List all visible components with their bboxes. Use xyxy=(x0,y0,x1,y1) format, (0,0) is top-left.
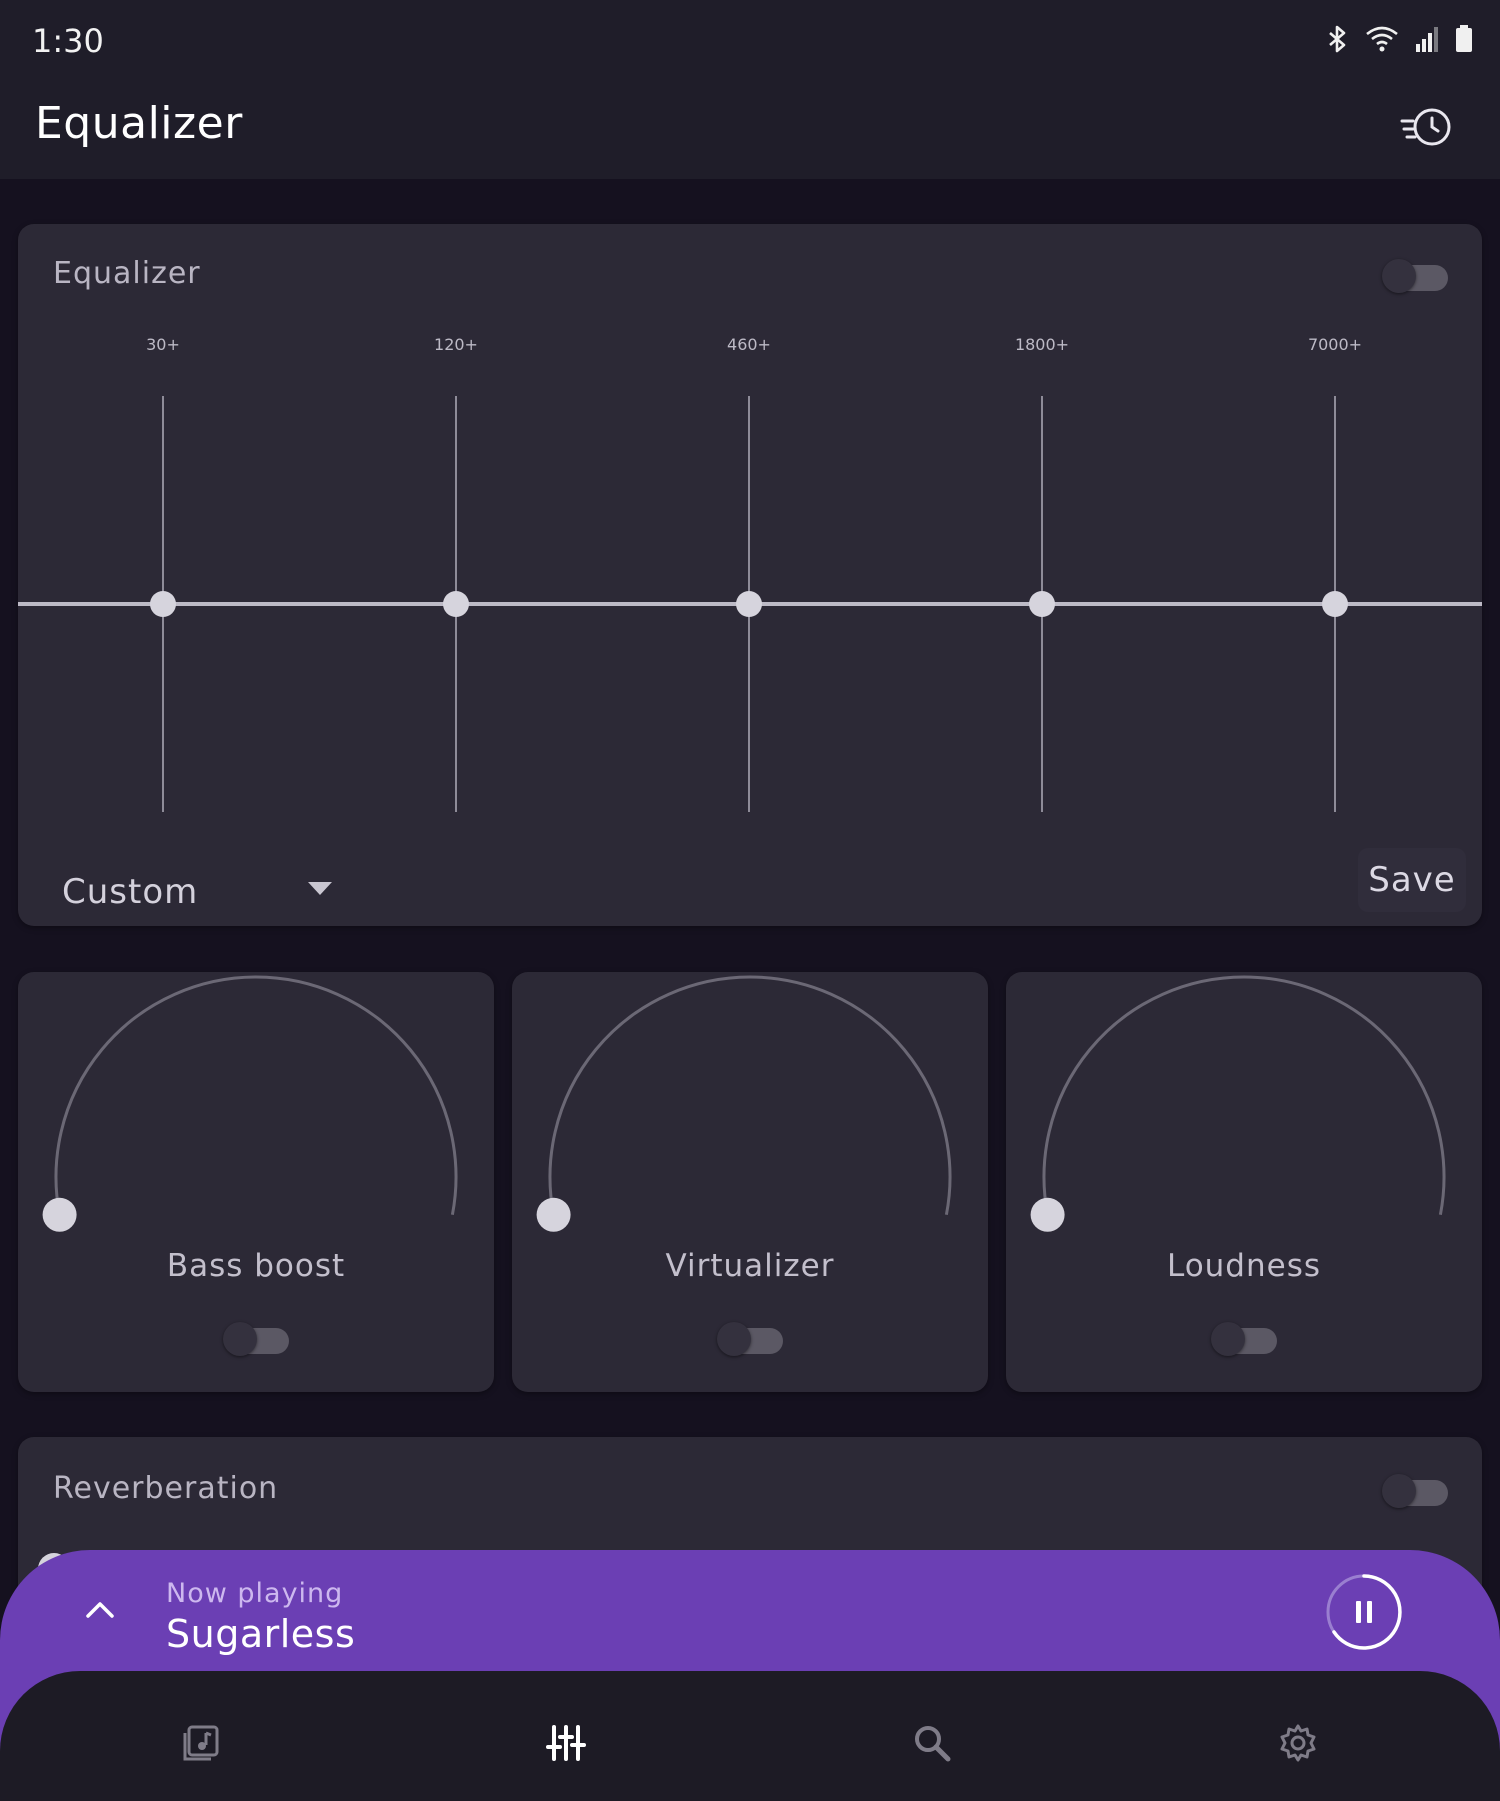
band-slider-thumb[interactable] xyxy=(443,591,469,617)
knob-arc xyxy=(1042,975,1446,1216)
knob-thumb[interactable] xyxy=(536,1197,571,1232)
pause-button[interactable] xyxy=(1324,1572,1404,1652)
knob-arc xyxy=(54,975,458,1216)
search-icon xyxy=(915,1726,951,1762)
bass-boost-label: Bass boost xyxy=(166,1248,346,1284)
knob-thumb[interactable] xyxy=(1030,1197,1065,1232)
equalizer-card: Equalizer 30+ 120+ 460+ 1800+ 7000+ Custom S… xyxy=(18,224,1482,926)
status-time: 1:30 xyxy=(32,22,104,60)
band-label: 120+ xyxy=(434,335,478,354)
band-slider-thumb[interactable] xyxy=(150,591,176,617)
preset-label: Custom xyxy=(62,872,199,912)
reverberation-toggle[interactable] xyxy=(1382,1474,1448,1508)
page-title: Equalizer xyxy=(35,98,243,149)
virtualizer-card: Virtualizer xyxy=(512,972,988,1392)
toggle-thumb xyxy=(223,1322,257,1356)
virtualizer-knob[interactable] xyxy=(512,972,988,1232)
loudness-label: Loudness xyxy=(1166,1248,1322,1284)
nav-equalizer[interactable] xyxy=(542,1719,590,1767)
toggle-thumb xyxy=(1211,1322,1245,1356)
virtualizer-label: Virtualizer xyxy=(665,1248,835,1284)
reverberation-label: Reverberation xyxy=(53,1471,279,1506)
library-icon xyxy=(183,1725,219,1761)
now-playing-caption: Now playing xyxy=(166,1578,344,1609)
band-label: 7000+ xyxy=(1308,335,1362,354)
bass-boost-toggle[interactable] xyxy=(223,1322,289,1356)
bluetooth-icon xyxy=(1329,25,1346,53)
nav-settings[interactable] xyxy=(1274,1719,1322,1767)
virtualizer-toggle[interactable] xyxy=(717,1322,783,1356)
nav-search[interactable] xyxy=(908,1719,956,1767)
wifi-icon xyxy=(1366,26,1398,52)
sleep-timer-button[interactable] xyxy=(1396,96,1460,156)
now-playing-title: Sugarless xyxy=(166,1612,356,1656)
band-label: 1800+ xyxy=(1015,335,1069,354)
knob-thumb[interactable] xyxy=(42,1197,77,1232)
sleep-timer-icon xyxy=(1400,108,1451,146)
loudness-knob[interactable] xyxy=(1006,972,1482,1232)
band-slider-thumb[interactable] xyxy=(736,591,762,617)
pause-icon xyxy=(1356,1601,1372,1623)
toggle-thumb xyxy=(717,1322,751,1356)
bottom-navigation xyxy=(0,1671,1500,1801)
status-icons xyxy=(1324,24,1474,54)
status-bar: 1:30 xyxy=(0,0,1500,86)
equalizer-icon xyxy=(546,1725,586,1761)
battery-icon xyxy=(1456,25,1472,52)
equalizer-bands: 30+ 120+ 460+ 1800+ 7000+ xyxy=(18,335,1482,812)
bass-boost-knob[interactable] xyxy=(18,972,494,1232)
bass-boost-card: Bass boost xyxy=(18,972,494,1392)
band-label: 30+ xyxy=(146,335,180,354)
save-button[interactable]: Save xyxy=(1358,848,1466,912)
band-slider-thumb[interactable] xyxy=(1029,591,1055,617)
loudness-toggle[interactable] xyxy=(1211,1322,1277,1356)
nav-library[interactable] xyxy=(177,1719,225,1767)
chevron-up-icon[interactable] xyxy=(78,1588,122,1632)
band-slider-thumb[interactable] xyxy=(1322,591,1348,617)
knob-arc xyxy=(548,975,952,1216)
toggle-thumb xyxy=(1382,1474,1416,1508)
loudness-card: Loudness xyxy=(1006,972,1482,1392)
band-label: 460+ xyxy=(727,335,771,354)
signal-icon xyxy=(1416,27,1438,52)
app-bar: Equalizer xyxy=(0,86,1500,179)
settings-icon xyxy=(1280,1724,1316,1762)
preset-dropdown[interactable]: Custom xyxy=(62,864,332,920)
dropdown-caret-icon xyxy=(308,882,332,895)
